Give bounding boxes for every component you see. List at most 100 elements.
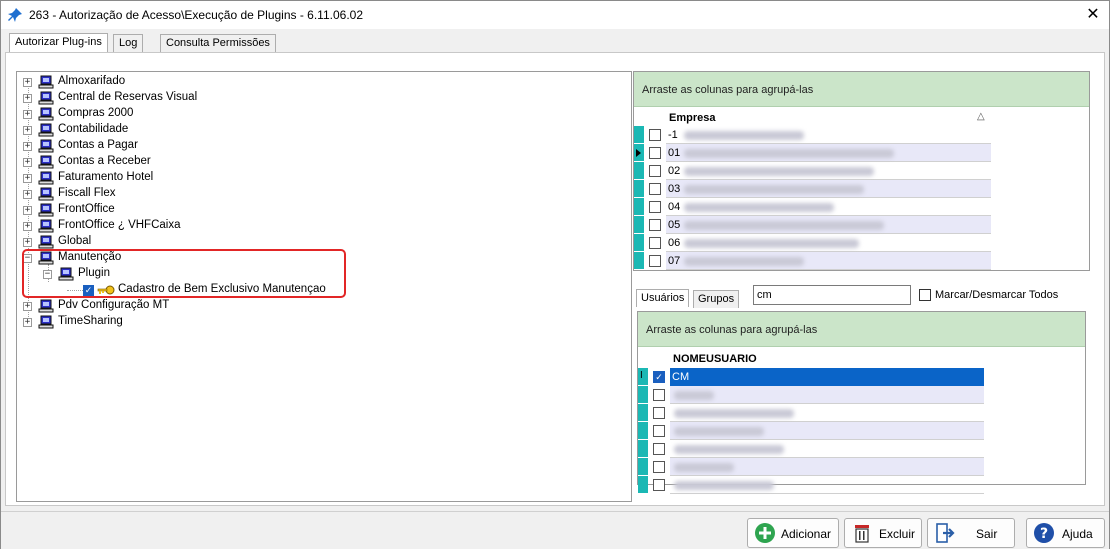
tree-node-label: Almoxarifado — [58, 75, 126, 87]
checkbox-unchecked[interactable] — [919, 289, 931, 301]
highlight-box — [22, 249, 346, 298]
group-by-bar: Arraste as colunas para agrupá-las — [638, 312, 1085, 347]
computer-icon — [38, 187, 54, 201]
expand-icon[interactable]: + — [23, 78, 32, 87]
row-checkbox[interactable] — [649, 219, 661, 231]
button-bar: Adicionar Excluir Sair ? Ajuda — [1, 511, 1109, 549]
computer-icon — [38, 203, 54, 217]
plugin-tree[interactable]: + Almoxarifado + Central de Reservas Vis… — [16, 71, 632, 502]
row-checkbox-checked[interactable]: ✓ — [653, 371, 665, 383]
tab-page: + Almoxarifado + Central de Reservas Vis… — [5, 52, 1105, 506]
plus-circle-icon — [755, 523, 775, 543]
row-code: 01 — [668, 147, 681, 159]
computer-icon — [38, 139, 54, 153]
tab-consulta-permissoes[interactable]: Consulta Permissões — [160, 34, 276, 52]
tree-node-label: Pdv Configuração MT — [58, 299, 170, 311]
user-search-input[interactable] — [753, 285, 911, 305]
computer-icon — [38, 123, 54, 137]
exit-label: Sair — [976, 527, 998, 541]
tree-node-label: FrontOffice ¿ VHFCaixa — [58, 219, 181, 231]
computer-icon — [38, 219, 54, 233]
row-code: 02 — [668, 165, 681, 177]
svg-text:?: ? — [1040, 526, 1048, 542]
add-button[interactable]: Adicionar — [747, 518, 839, 548]
expand-icon[interactable]: + — [23, 94, 32, 103]
expand-icon[interactable]: + — [23, 174, 32, 183]
row-checkbox[interactable] — [649, 165, 661, 177]
pin-icon — [8, 8, 22, 22]
tab-grupos[interactable]: Grupos — [693, 290, 740, 308]
computer-icon — [38, 91, 54, 105]
computer-icon — [38, 155, 54, 169]
tree-node-label: Contabilidade — [58, 123, 129, 135]
expand-icon[interactable]: + — [23, 238, 32, 247]
row-checkbox[interactable] — [653, 479, 665, 491]
mark-all-label: Marcar/Desmarcar Todos — [935, 289, 1059, 301]
row-checkbox[interactable] — [649, 129, 661, 141]
delete-button[interactable]: Excluir — [844, 518, 922, 548]
computer-icon — [38, 299, 54, 313]
row-checkbox[interactable] — [653, 443, 665, 455]
computer-icon — [38, 75, 54, 89]
title-bar: 263 - Autorização de Acesso\Execução de … — [1, 1, 1109, 29]
row-code: -1 — [668, 129, 678, 141]
tab-log[interactable]: Log — [113, 34, 144, 52]
computer-icon — [38, 315, 54, 329]
row-checkbox[interactable] — [649, 147, 661, 159]
tree-node-label: Fiscall Flex — [58, 187, 116, 199]
tab-usuarios[interactable]: Usuários — [636, 289, 690, 307]
tree-node-label: Contas a Pagar — [58, 139, 138, 151]
row-code: 05 — [668, 219, 681, 231]
row-checkbox[interactable] — [653, 425, 665, 437]
row-pointer-icon — [636, 149, 641, 157]
expand-icon[interactable]: + — [23, 222, 32, 231]
row-code: 03 — [668, 183, 681, 195]
expand-icon[interactable]: + — [23, 190, 32, 199]
row-code: 04 — [668, 201, 681, 213]
row-checkbox[interactable] — [649, 255, 661, 267]
window-title: 263 - Autorização de Acesso\Execução de … — [29, 8, 363, 22]
row-checkbox[interactable] — [649, 237, 661, 249]
row-checkbox[interactable] — [653, 461, 665, 473]
tree-node-label: Global — [58, 235, 92, 247]
help-icon: ? — [1034, 523, 1054, 543]
expand-icon[interactable]: + — [23, 206, 32, 215]
group-by-bar: Arraste as colunas para agrupá-las — [634, 72, 1089, 107]
expand-icon[interactable]: + — [23, 110, 32, 119]
app-window: 263 - Autorização de Acesso\Execução de … — [0, 0, 1110, 549]
row-checkbox[interactable] — [653, 407, 665, 419]
delete-label: Excluir — [879, 527, 916, 541]
expand-icon[interactable]: + — [23, 318, 32, 327]
column-header-empresa[interactable]: Empresa — [669, 112, 715, 124]
row-checkbox[interactable] — [653, 389, 665, 401]
tree-node-label: FrontOffice — [58, 203, 115, 215]
column-header-nomeusuario[interactable]: NOMEUSUARIO — [673, 353, 757, 365]
row-checkbox[interactable] — [649, 183, 661, 195]
selected-user-cell: CM — [670, 368, 984, 386]
trash-icon — [855, 525, 869, 543]
computer-icon — [38, 171, 54, 185]
sort-icon[interactable]: △ — [977, 111, 985, 122]
tab-autorizar-plugins[interactable]: Autorizar Plug-ins — [9, 33, 108, 53]
expand-icon[interactable]: + — [23, 126, 32, 135]
tree-node-label: TimeSharing — [58, 315, 123, 327]
row-code: 06 — [668, 237, 681, 249]
help-label: Ajuda — [1062, 527, 1093, 541]
help-button[interactable]: ? Ajuda — [1026, 518, 1105, 548]
group-by-hint: Arraste as colunas para agrupá-las — [642, 84, 814, 96]
row-checkbox[interactable] — [649, 201, 661, 213]
expand-icon[interactable]: + — [23, 302, 32, 311]
exit-button[interactable]: Sair — [927, 518, 1015, 548]
close-icon[interactable]: ✕ — [1083, 5, 1103, 25]
row-code: 07 — [668, 255, 681, 267]
expand-icon[interactable]: + — [23, 158, 32, 167]
tree-node-label: Contas a Receber — [58, 155, 151, 167]
tree-node-label: Central de Reservas Visual — [58, 91, 198, 103]
exit-door-icon — [936, 523, 955, 543]
tree-node-label: Compras 2000 — [58, 107, 134, 119]
text-cursor-icon: I — [640, 370, 643, 381]
tree-node-label: Faturamento Hotel — [58, 171, 154, 183]
usuarios-grid[interactable]: Arraste as colunas para agrupá-las NOMEU… — [637, 311, 1086, 494]
expand-icon[interactable]: + — [23, 142, 32, 151]
empresa-grid[interactable]: Arraste as colunas para agrupá-las Empre… — [633, 71, 1090, 271]
